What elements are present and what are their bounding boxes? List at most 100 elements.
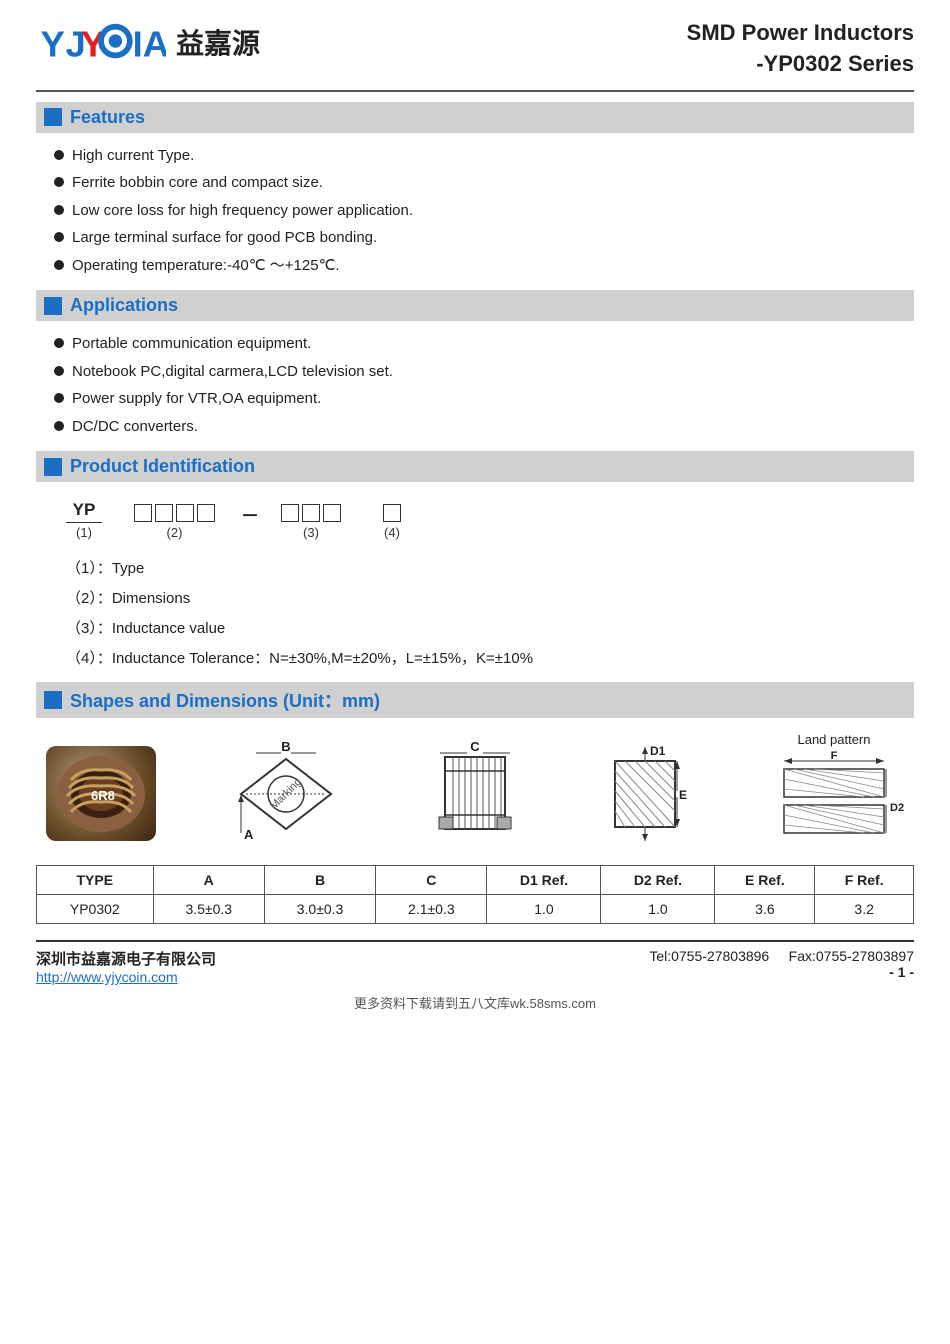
product-id-section-bar: Product Identification [36, 451, 914, 482]
bullet-dot [54, 205, 64, 215]
list-item: Ferrite bobbin core and compact size. [54, 172, 914, 195]
footer-left: 深圳市益嘉源电子有限公司 http://www.yjycoin.com [36, 948, 216, 985]
pid-boxes-2 [134, 504, 215, 522]
pid-box [176, 504, 194, 522]
footer-fax: Fax:0755-27803897 [789, 948, 914, 964]
pid-box [323, 504, 341, 522]
col-type: TYPE [37, 866, 154, 895]
product-id-diagram: YP (1) (2) － [66, 500, 914, 540]
svg-text:B: B [281, 739, 290, 754]
pid-dash: － [241, 500, 259, 528]
inductor-photo: 6R8 [46, 746, 156, 841]
pid-boxes-3 [281, 504, 341, 522]
inductor-photo-item: 6R8 [46, 746, 156, 841]
col-d2: D2 Ref. [601, 866, 715, 895]
list-item: Notebook PC,digital carmera,LCD televisi… [54, 361, 914, 384]
pid-row-top: YP (1) (2) － [66, 500, 914, 540]
pid-box [197, 504, 215, 522]
land-pattern-label: Land pattern [764, 732, 904, 747]
title-line1: SMD Power Inductors [687, 18, 914, 49]
title-line2: -YP0302 Series [687, 49, 914, 80]
page-footer: 深圳市益嘉源电子有限公司 http://www.yjycoin.com Tel:… [36, 940, 914, 985]
bullet-dot [54, 150, 64, 160]
pid-num-2: (2) [167, 525, 183, 540]
list-item: Operating temperature:-40℃ ～+125℃. [54, 255, 914, 278]
footer-watermark: 更多资料下载请到五八文库wk.58sms.com [36, 993, 914, 1012]
pid-desc-1: （1）：Type [66, 554, 914, 584]
col-f: F Ref. [815, 866, 914, 895]
svg-text:E: E [679, 788, 687, 802]
footer-right: Tel:0755-27803896 Fax:0755-27803897 - 1 … [649, 948, 914, 980]
pid-box [302, 504, 320, 522]
shape-d1-view: D1 E [595, 739, 695, 849]
col-a: A [153, 866, 264, 895]
applications-bar-icon [44, 297, 62, 315]
shapes-diagrams: 6R8 B Marking A [36, 732, 914, 855]
list-item: Power supply for VTR,OA equipment. [54, 388, 914, 411]
features-bar-label: Features [70, 107, 145, 128]
applications-section-bar: Applications [36, 290, 914, 321]
cell-c: 2.1±0.3 [376, 895, 487, 924]
svg-text:6R8: 6R8 [91, 788, 115, 803]
table-row: YP0302 3.5±0.3 3.0±0.3 2.1±0.3 1.0 1.0 3… [37, 895, 914, 924]
svg-text:C: C [470, 739, 480, 754]
cell-d2: 1.0 [601, 895, 715, 924]
pid-yp-label: YP [66, 500, 102, 523]
cell-b: 3.0±0.3 [264, 895, 375, 924]
applications-list: Portable communication equipment. Notebo… [36, 329, 914, 447]
cell-a: 3.5±0.3 [153, 895, 264, 924]
shapes-bar-icon [44, 691, 62, 709]
shapes-bar-label: Shapes and Dimensions (Unit：mm) [70, 687, 380, 713]
website-link[interactable]: http://www.yjycoin.com [36, 969, 178, 985]
pid-desc-4: （4）：Inductance Tolerance：N=±30%,M=±20%，L… [66, 644, 914, 674]
pid-part-2: (2) [134, 504, 215, 540]
pid-part-4: (4) [383, 504, 401, 540]
bullet-dot [54, 260, 64, 270]
bullet-dot [54, 421, 64, 431]
pid-descriptions: （1）：Type （2）：Dimensions （3）：Inductance v… [66, 554, 914, 674]
pid-box [383, 504, 401, 522]
logo-cn-text: 益嘉源 [176, 22, 260, 62]
features-bar-icon [44, 108, 62, 126]
page-number: - 1 - [649, 964, 914, 980]
list-item: Portable communication equipment. [54, 333, 914, 356]
col-d1: D1 Ref. [487, 866, 601, 895]
pid-part-1: YP (1) [66, 500, 102, 540]
cell-type: YP0302 [37, 895, 154, 924]
svg-text:A: A [244, 827, 254, 842]
bullet-dot [54, 366, 64, 376]
shape-b-view: B Marking A [226, 739, 356, 849]
cell-e: 3.6 [715, 895, 815, 924]
svg-text:Y: Y [41, 23, 65, 64]
pid-desc-3: （3）：Inductance value [66, 614, 914, 644]
col-e: E Ref. [715, 866, 815, 895]
pid-dash-sym: － [241, 502, 259, 528]
bullet-dot [54, 393, 64, 403]
pid-boxes-4 [383, 504, 401, 522]
pid-num-1: (1) [76, 525, 92, 540]
shape-c-view: C [425, 739, 525, 849]
list-item: High current Type. [54, 145, 914, 168]
logo-area: Y J Y IA 益嘉源 [36, 18, 260, 66]
pid-num-4: (4) [384, 525, 400, 540]
svg-text:D1: D1 [650, 744, 666, 758]
list-item: DC/DC converters. [54, 416, 914, 439]
company-name: 深圳市益嘉源电子有限公司 [36, 948, 216, 969]
cell-d1: 1.0 [487, 895, 601, 924]
pid-part-3: (3) [281, 504, 341, 540]
bullet-dot [54, 232, 64, 242]
applications-bar-label: Applications [70, 295, 178, 316]
pid-num-3: (3) [303, 525, 319, 540]
features-section-bar: Features [36, 102, 914, 133]
footer-tel: Tel:0755-27803896 [649, 948, 769, 964]
logo-icon: Y J Y IA [36, 18, 166, 66]
product-id-bar-icon [44, 458, 62, 476]
product-id-bar-label: Product Identification [70, 456, 255, 477]
svg-text:IA: IA [133, 23, 166, 64]
pid-box [281, 504, 299, 522]
pid-box [155, 504, 173, 522]
land-pattern-view: Land pattern F [764, 732, 904, 855]
cell-f: 3.2 [815, 895, 914, 924]
svg-text:F: F [831, 750, 838, 762]
bullet-dot [54, 338, 64, 348]
